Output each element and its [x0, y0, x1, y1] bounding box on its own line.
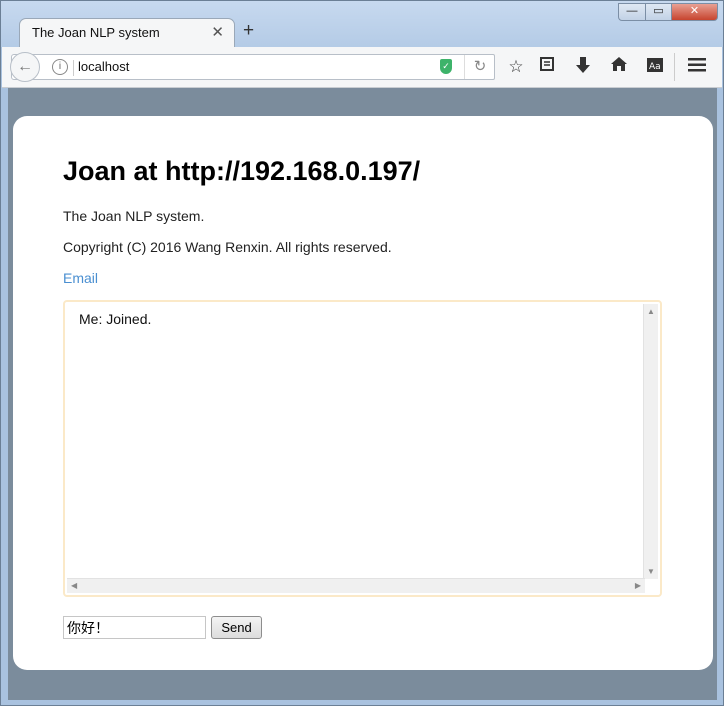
close-window-button[interactable]: ✕	[671, 3, 718, 21]
scroll-right-icon[interactable]: ▶	[635, 581, 641, 590]
back-arrow-icon[interactable]: ←	[10, 52, 40, 82]
toolbar-divider	[674, 53, 675, 81]
tab-joan[interactable]: The Joan NLP system ✕	[19, 18, 235, 47]
url-divider	[73, 60, 74, 76]
shield-icon[interactable]: ✓	[440, 59, 452, 74]
svg-text:Aa: Aa	[649, 62, 661, 72]
chat-message: Me: Joined.	[79, 311, 152, 327]
minimize-button[interactable]: —	[618, 3, 646, 21]
vertical-scrollbar[interactable]: ▲ ▼	[643, 304, 658, 579]
send-button[interactable]: Send	[211, 616, 262, 639]
navigation-toolbar: ← i localhost ✓ ↻ ☆ Aa	[2, 47, 722, 88]
chat-log-box[interactable]: Me: Joined. ▲ ▼ ◀ ▶	[63, 300, 662, 597]
tab-title: The Joan NLP system	[32, 25, 160, 40]
new-tab-icon[interactable]: +	[243, 20, 254, 42]
copyright-text: Copyright (C) 2016 Wang Renxin. All righ…	[63, 239, 392, 255]
scroll-up-icon[interactable]: ▲	[647, 307, 655, 316]
content-card: Joan at http://192.168.0.197/ The Joan N…	[13, 116, 713, 670]
hamburger-menu-icon[interactable]	[686, 56, 708, 78]
title-bar: The Joan NLP system ✕ + — ▭ ✕	[1, 1, 723, 47]
url-bar[interactable]: ← i localhost ✓ ↻	[10, 52, 495, 82]
reading-list-icon[interactable]	[536, 56, 558, 78]
message-input[interactable]	[63, 616, 206, 639]
reader-view-icon[interactable]: Aa	[644, 56, 666, 78]
page-title: Joan at http://192.168.0.197/	[63, 156, 421, 186]
tab-close-icon[interactable]: ✕	[211, 23, 224, 41]
reload-icon[interactable]: ↻	[464, 55, 495, 79]
home-icon[interactable]	[608, 56, 630, 78]
download-icon[interactable]	[572, 56, 594, 78]
bookmark-star-icon[interactable]: ☆	[505, 56, 527, 78]
browser-window: The Joan NLP system ✕ + — ▭ ✕ ← i localh…	[0, 0, 724, 706]
maximize-button[interactable]: ▭	[645, 3, 672, 21]
page-viewport: Joan at http://192.168.0.197/ The Joan N…	[8, 88, 717, 700]
info-icon[interactable]: i	[52, 59, 68, 75]
page-description: The Joan NLP system.	[63, 208, 205, 224]
scroll-down-icon[interactable]: ▼	[647, 567, 655, 576]
scroll-left-icon[interactable]: ◀	[71, 581, 77, 590]
email-link[interactable]: Email	[63, 270, 98, 286]
horizontal-scrollbar[interactable]: ◀ ▶	[67, 578, 645, 593]
url-text[interactable]: localhost	[78, 59, 129, 74]
